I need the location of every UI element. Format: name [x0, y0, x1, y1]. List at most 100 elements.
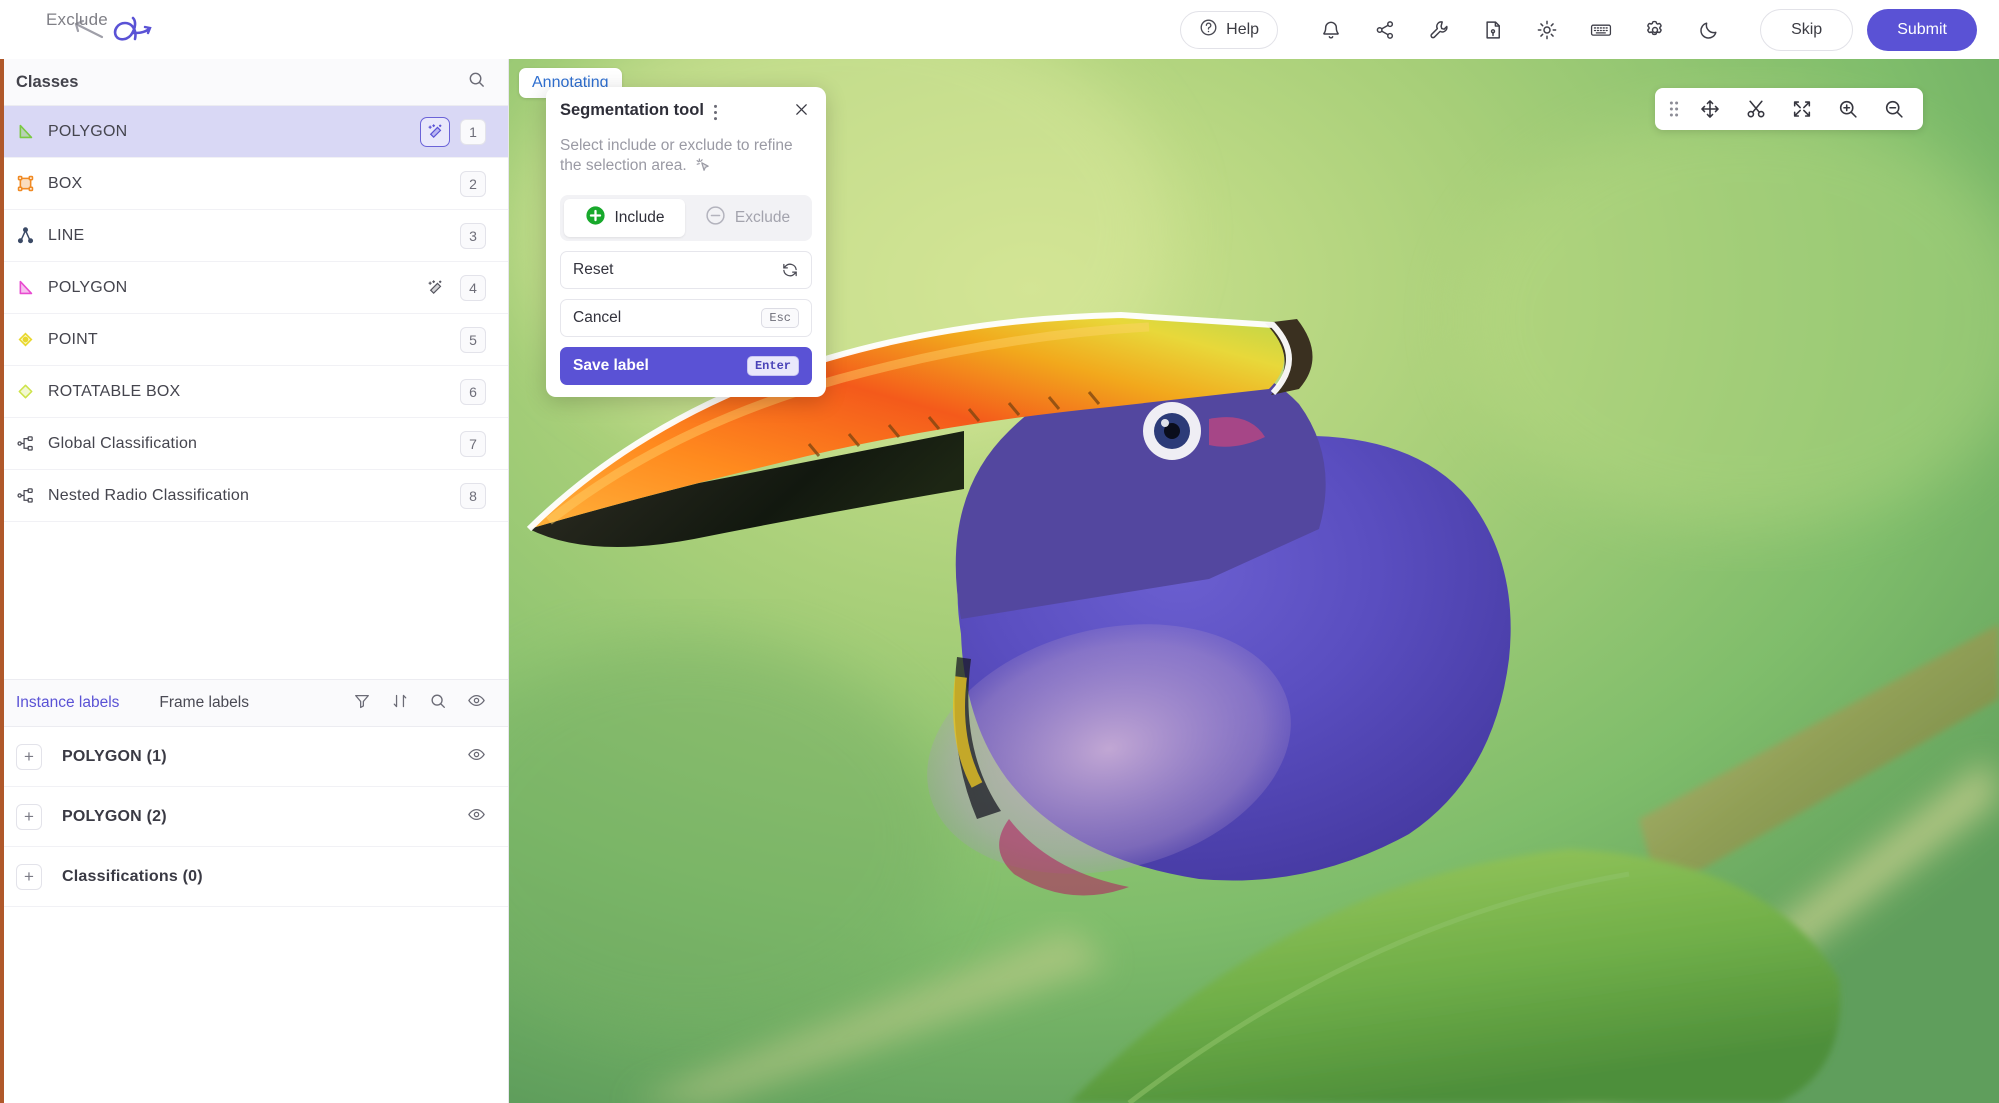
class-row-polygon-1[interactable]: POLYGON 1 — [0, 106, 508, 158]
segmentation-popup-header: Segmentation tool — [560, 101, 812, 126]
expand-toggle-icon[interactable]: + — [16, 744, 42, 770]
classes-title: Classes — [16, 73, 78, 92]
tab-instance-labels[interactable]: Instance labels — [16, 694, 119, 712]
class-shortcut-badge: 7 — [460, 431, 486, 457]
class-row-rotatable-box[interactable]: ROTATABLE BOX 6 — [0, 366, 508, 418]
reset-button[interactable]: Reset — [560, 251, 812, 289]
scissors-icon[interactable] — [1733, 88, 1779, 130]
eye-icon[interactable] — [467, 745, 486, 769]
drag-handle-icon[interactable] — [1661, 88, 1687, 130]
brightness-icon[interactable] — [1520, 9, 1574, 51]
classes-search-icon[interactable] — [467, 70, 486, 94]
class-label: Nested Radio Classification — [48, 487, 249, 505]
move-icon[interactable] — [1687, 88, 1733, 130]
zoom-in-icon[interactable] — [1825, 88, 1871, 130]
save-label-text: Save label — [573, 357, 649, 375]
keyboard-icon[interactable] — [1574, 9, 1628, 51]
class-row-polygon-2[interactable]: POLYGON 4 — [0, 262, 508, 314]
classes-header: Classes — [0, 59, 508, 106]
help-button[interactable]: Help — [1180, 11, 1278, 49]
class-shortcut-badge: 2 — [460, 171, 486, 197]
class-shortcut-badge: 3 — [460, 223, 486, 249]
help-label: Help — [1226, 21, 1259, 39]
annotation-tool-app: Help — [0, 0, 1999, 1103]
label-name: Classifications (0) — [62, 868, 203, 886]
class-label: Global Classification — [48, 435, 197, 453]
class-row-line[interactable]: LINE 3 — [0, 210, 508, 262]
segmentation-popup-title: Segmentation tool — [560, 101, 704, 120]
exclude-label: Exclude — [735, 209, 790, 227]
exclude-option[interactable]: Exclude — [687, 199, 808, 237]
save-shortcut-key: Enter — [747, 356, 799, 376]
class-label: POLYGON — [48, 279, 127, 297]
gear-icon[interactable] — [1628, 9, 1682, 51]
top-toolbar-actions: Help — [1180, 9, 1999, 51]
cancel-shortcut-key: Esc — [761, 308, 799, 328]
class-shortcut-badge: 6 — [460, 379, 486, 405]
close-icon[interactable] — [791, 101, 812, 123]
include-option[interactable]: Include — [564, 199, 685, 237]
cancel-label: Cancel — [573, 309, 621, 327]
polygon-icon — [16, 278, 42, 297]
class-shortcut-badge: 8 — [460, 483, 486, 509]
rotatable-box-icon — [16, 382, 42, 401]
class-row-box[interactable]: BOX 2 — [0, 158, 508, 210]
reset-label: Reset — [573, 261, 614, 279]
list-item-classifications[interactable]: + Classifications (0) — [0, 847, 508, 907]
box-icon — [16, 174, 42, 193]
class-row-global-classification[interactable]: Global Classification 7 — [0, 418, 508, 470]
wrench-icon[interactable] — [1412, 9, 1466, 51]
fit-screen-icon[interactable] — [1779, 88, 1825, 130]
left-panel: Classes POLYGON — [0, 59, 509, 1103]
label-name: POLYGON (2) — [62, 808, 167, 826]
magic-wand-icon[interactable] — [420, 273, 450, 303]
include-exclude-toggle: Include Exclude — [560, 195, 812, 241]
class-label: POINT — [48, 331, 98, 349]
filter-icon[interactable] — [353, 692, 371, 715]
class-label: POLYGON — [48, 123, 127, 141]
class-shortcut-badge: 5 — [460, 327, 486, 353]
exclude-minus-icon — [705, 205, 726, 231]
moon-icon[interactable] — [1682, 9, 1736, 51]
share-icon[interactable] — [1358, 9, 1412, 51]
class-label: BOX — [48, 175, 82, 193]
kebab-menu-icon[interactable] — [713, 104, 718, 126]
class-shortcut-badge: 4 — [460, 275, 486, 301]
skip-button[interactable]: Skip — [1760, 9, 1853, 51]
help-circle-icon — [1199, 18, 1218, 42]
classification-icon — [16, 486, 42, 505]
expand-toggle-icon[interactable]: + — [16, 864, 42, 890]
annotation-canvas[interactable]: Annotating — [509, 59, 1999, 1103]
classes-empty-space — [0, 522, 508, 679]
document-icon[interactable] — [1466, 9, 1520, 51]
segmentation-popup-description: Select include or exclude to refine the … — [560, 136, 812, 179]
bell-icon[interactable] — [1304, 9, 1358, 51]
cursor-sparkle-icon — [694, 156, 711, 179]
class-row-point[interactable]: POINT 5 — [0, 314, 508, 366]
class-row-nested-radio-classification[interactable]: Nested Radio Classification 8 — [0, 470, 508, 522]
zoom-out-icon[interactable] — [1871, 88, 1917, 130]
submit-button[interactable]: Submit — [1867, 9, 1977, 51]
top-toolbar: Help — [0, 0, 1999, 59]
polygon-icon — [16, 122, 42, 141]
segmentation-tool-popup: Segmentation tool Select include or excl… — [546, 87, 826, 397]
save-label-button[interactable]: Save label Enter — [560, 347, 812, 385]
expand-toggle-icon[interactable]: + — [16, 804, 42, 830]
magic-wand-icon[interactable] — [420, 117, 450, 147]
sort-icon[interactable] — [391, 692, 409, 715]
panel-left-accent-edge — [0, 59, 4, 1103]
list-item-polygon-2[interactable]: + POLYGON (2) — [0, 787, 508, 847]
point-icon — [16, 330, 42, 349]
segmentation-description-text: Select include or exclude to refine the … — [560, 137, 793, 174]
line-icon — [16, 226, 42, 245]
eye-icon[interactable] — [467, 805, 486, 829]
tab-frame-labels[interactable]: Frame labels — [159, 694, 249, 712]
eye-icon[interactable] — [467, 691, 486, 715]
class-shortcut-badge: 1 — [460, 119, 486, 145]
list-item-polygon-1[interactable]: + POLYGON (1) — [0, 727, 508, 787]
include-plus-icon — [585, 205, 606, 231]
search-icon[interactable] — [429, 692, 447, 715]
class-label: ROTATABLE BOX — [48, 383, 180, 401]
canvas-toolbar — [1655, 88, 1923, 130]
cancel-button[interactable]: Cancel Esc — [560, 299, 812, 337]
